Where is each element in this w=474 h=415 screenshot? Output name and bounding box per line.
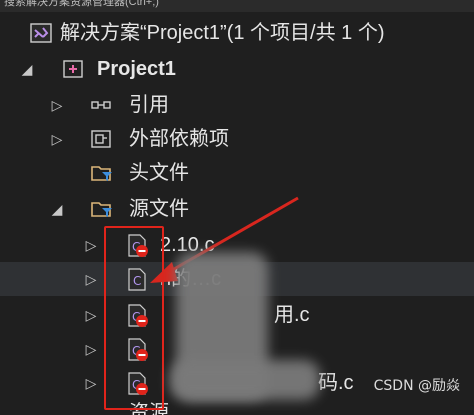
privacy-blur	[170, 360, 320, 400]
watermark: CSDN @励焱	[373, 378, 460, 394]
